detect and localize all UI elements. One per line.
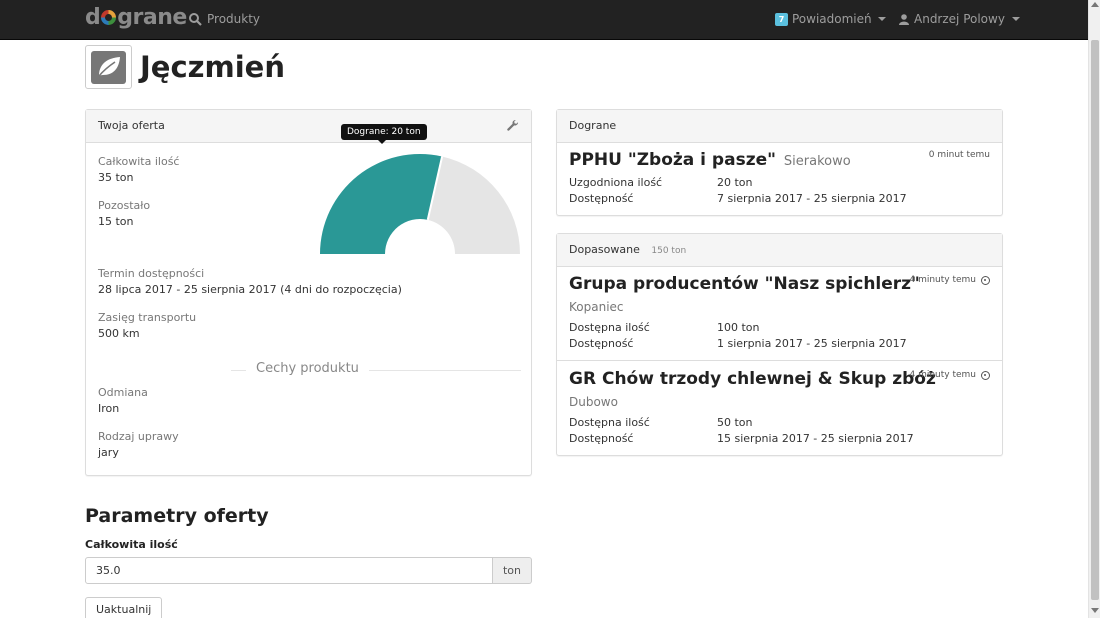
scroll-up-icon[interactable] [1091, 2, 1099, 7]
product-icon-frame [85, 45, 132, 89]
page-title: Jęczmień [140, 50, 285, 84]
availability-value: 7 sierpnia 2017 - 25 sierpnia 2017 [717, 192, 907, 205]
matched-offer-location: Kopaniec [569, 300, 624, 314]
availability-label: Dostępność [569, 192, 634, 205]
user-name: Andrzej Polowy [914, 12, 1005, 26]
panel-title: Dopasowane [569, 243, 640, 256]
gauge-rest-arc [427, 156, 520, 254]
dograne-offer-name[interactable]: PPHU "Zboża i pasze" Sierakowo [569, 150, 851, 170]
cultivation-type-label: Rodzaj uprawy [98, 430, 179, 443]
availability-value: 1 sierpnia 2017 - 25 sierpnia 2017 [717, 337, 907, 350]
agreed-quantity-label: Uzgodniona ilość [569, 176, 663, 189]
clock-icon [981, 370, 990, 380]
variety-label: Odmiana [98, 386, 148, 399]
available-quantity-label: Dostępna ilość [569, 321, 650, 334]
availability-value: 15 sierpnia 2017 - 25 sierpnia 2017 [717, 432, 914, 445]
variety-value: Iron [98, 402, 120, 415]
notifications-count-badge: 7 [775, 12, 788, 26]
matched-total-quantity: 150 ton [651, 246, 687, 256]
user-dropdown[interactable]: Andrzej Polowy [899, 12, 1020, 26]
gauge-tooltip: Dograne: 20 ton [341, 124, 427, 144]
clock-icon [981, 275, 990, 285]
chevron-down-icon [1011, 17, 1020, 21]
available-quantity-value: 100 ton [717, 321, 760, 334]
dograne-heading: Dograne [557, 110, 1002, 143]
remaining-value: 15 ton [98, 215, 134, 228]
panel-title: Dograne [569, 119, 617, 132]
matched-offers-panel: Dopasowane 150 ton Grupa producentów "Na… [556, 233, 1003, 456]
transport-range-label: Zasięg transportu [98, 311, 197, 324]
gauge-fill-arc [320, 154, 443, 254]
cultivation-type-value: jary [98, 446, 119, 459]
total-quantity-label: Całkowita ilość [98, 155, 180, 168]
offer-location: Sierakowo [783, 154, 851, 169]
offer-timestamp: 4 minuty temu [909, 370, 990, 380]
matched-offer-location: Dubowo [569, 395, 618, 409]
wrench-icon[interactable] [507, 119, 519, 131]
total-quantity-input-group: 35.0 ton [85, 557, 532, 584]
scroll-down-icon[interactable] [1091, 608, 1099, 613]
matched-offer-name[interactable]: GR Chów trzody chlewnej & Skup zbóż [569, 369, 936, 389]
availability-label: Termin dostępności [98, 267, 205, 280]
search-icon [189, 12, 202, 26]
offer-timestamp: 0 minut temu [928, 150, 990, 160]
availability-label: Dostępność [569, 337, 634, 350]
brand-logo[interactable]: d grane [85, 5, 187, 30]
dograne-panel: Dograne PPHU "Zboża i pasze" Sierakowo 0… [556, 109, 1003, 216]
notifications-dropdown[interactable]: 7 Powiadomień [775, 12, 886, 26]
quantity-gauge[interactable] [320, 154, 520, 254]
remaining-label: Pozostało [98, 199, 151, 212]
navbar: d grane Produkty 7 Powiadomień Andrzej Po… [0, 0, 1088, 40]
transport-range-value: 500 km [98, 327, 140, 340]
scroll-thumb[interactable] [1091, 40, 1099, 600]
product-features-title: Cechy produktu [246, 361, 369, 376]
available-quantity-label: Dostępna ilość [569, 416, 650, 429]
your-offer-heading: Twoja oferta [86, 110, 531, 143]
panel-title: Twoja oferta [98, 119, 165, 132]
availability-label: Dostępność [569, 432, 634, 445]
update-button[interactable]: Uaktualnij [85, 597, 163, 618]
chevron-down-icon [877, 17, 886, 21]
total-quantity-value: 35 ton [98, 171, 134, 184]
user-icon [899, 13, 909, 25]
total-quantity-input[interactable]: 35.0 [85, 557, 493, 584]
offer-name-text: PPHU "Zboża i pasze" [569, 150, 776, 170]
available-quantity-value: 50 ton [717, 416, 753, 429]
nav-products-label: Produkty [207, 12, 261, 26]
leaf-icon [97, 57, 120, 77]
unit-addon: ton [493, 557, 532, 584]
offer-timestamp: 4 minuty temu [909, 275, 990, 285]
page-scrollbar[interactable] [1088, 0, 1100, 618]
agreed-quantity-value: 20 ton [717, 176, 753, 189]
matched-heading: Dopasowane 150 ton [557, 234, 1002, 267]
list-divider [557, 360, 1002, 361]
availability-value: 28 lipca 2017 - 25 sierpnia 2017 (4 dni … [98, 283, 402, 296]
nav-products-link[interactable]: Produkty [189, 12, 260, 26]
matched-offer-name[interactable]: Grupa producentów "Nasz spichlerz" [569, 274, 920, 294]
offer-params-heading: Parametry oferty [85, 505, 269, 527]
total-quantity-field-label: Całkowita ilość [85, 538, 178, 551]
your-offer-panel: Twoja oferta Dograne: 20 ton Całkowita i… [85, 109, 532, 476]
notifications-label: Powiadomień [792, 12, 872, 26]
